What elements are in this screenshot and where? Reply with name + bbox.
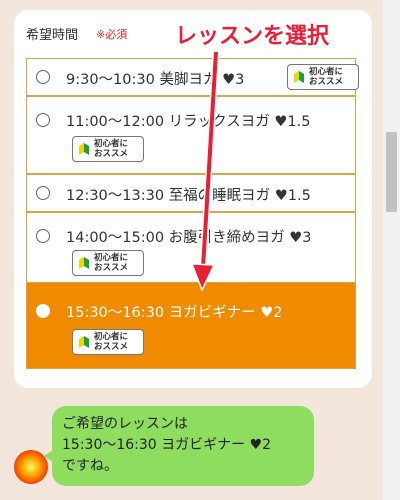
chat-line-3: ですね。 [62,458,118,474]
chat-bubble: ご希望のレッスンは 15:30～16:30 ヨガビギナー ♥2 ですね。 [52,406,314,486]
annotation-select-lesson: レッスンを選択 [175,24,330,49]
chat-line-1: ご希望のレッスンは [62,416,188,432]
avatar [14,450,48,484]
chat-line-2: 15:30～16:30 ヨガビギナー ♥2 [62,437,272,453]
